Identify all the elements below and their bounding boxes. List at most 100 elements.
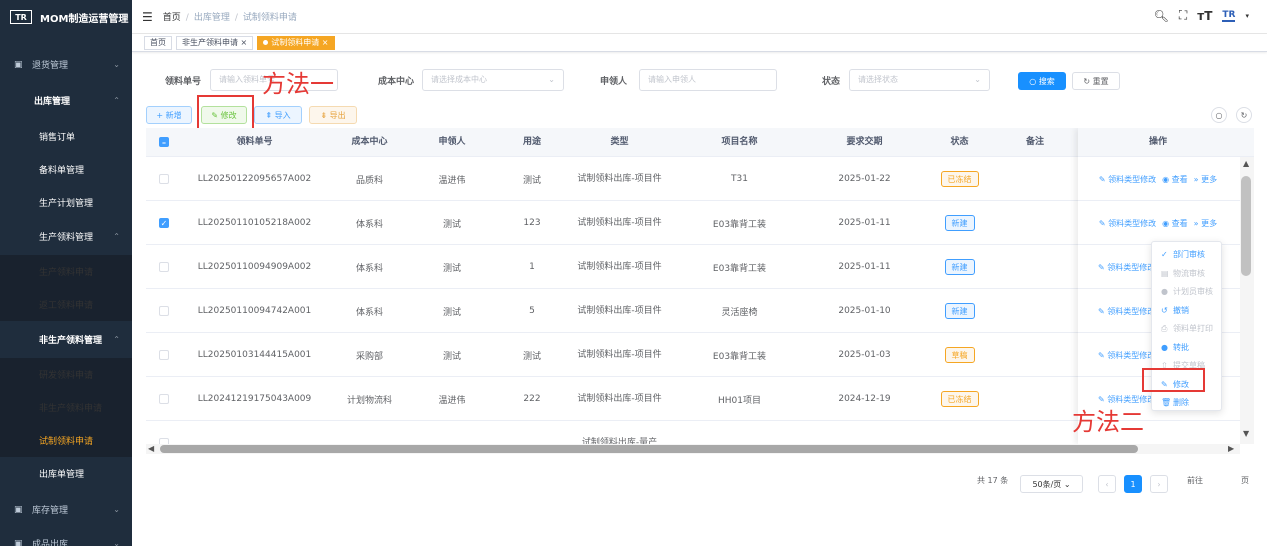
cell-no: LL20250103144415A001 [197,350,312,360]
cell-purpose: 123 [523,218,541,228]
scroll-left-icon[interactable]: ◀ [148,444,154,453]
sidebar-item[interactable]: ▣ 库存管理 ⌄ [0,493,132,526]
cell-status: 新建 [917,201,1002,245]
view-link[interactable]: ◉ 查看 [1162,174,1188,185]
view-link[interactable]: ◉ 查看 [1162,218,1188,229]
edit-type-label: 领料类型修改 [1108,218,1157,228]
order-no-label: 领料单号 [165,77,202,87]
dropdown-item[interactable]: ⎙ 领料单打印 [1152,319,1223,338]
sidebar-item[interactable]: 非生产领料申请 [0,391,132,424]
sidebar-item[interactable]: 非生产领料管理 ⌃ [0,323,132,356]
sidebar-item[interactable]: 生产计划管理 [0,186,132,219]
sidebar-item-label: 非生产领料管理 [39,336,103,346]
cell-type: 试制领料出库-量产 [581,438,658,444]
scroll-up-icon[interactable]: ▲ [1243,159,1249,168]
edit-type-link[interactable]: ✎ 领料类型修改 [1099,218,1156,229]
search-toggle-icon[interactable]: ○ [1211,107,1227,123]
status-select[interactable]: 请选择状态 ⌄ [849,69,990,91]
table-row[interactable]: LL20250110094742A001 体系科 测试 5 试制领料出库-项目件 灵活座椅… [146,289,1254,333]
cell-type: 试制领料出库-项目件 [577,174,662,184]
cell-purpose [492,421,572,444]
chevron-down-icon: ⌄ [548,75,555,84]
search-button[interactable]: ○ 搜索 [1018,72,1066,90]
vertical-scrollbar-thumb[interactable] [1241,176,1251,276]
sidebar-item-label: 研发领料申请 [39,371,94,381]
status-placeholder: 请选择状态 [858,75,898,84]
tag-home[interactable]: 首页 [144,35,172,50]
tag-nonproduction[interactable]: 非生产领料申请 × [176,35,254,50]
col-header: 操作 [1148,137,1167,147]
return-icon: ▣ [14,59,23,70]
edit-type-link[interactable]: ✎ 领料类型修改 [1098,262,1155,273]
hamburger-menu-icon[interactable]: ☰ [142,10,153,24]
table-row[interactable]: LL20250103144415A001 采购部 测试 测试 试制领料出库-项目件 E03… [146,333,1254,377]
prev-page-button[interactable]: ‹ [1098,475,1116,493]
sidebar-item[interactable]: 研发领料申请 [0,358,132,391]
table-row[interactable]: LL20250122095657A002 品质科 温进伟 测试 试制领料出库-项目件 T3… [146,157,1254,201]
reset-button[interactable]: ↻ 重置 [1072,72,1120,90]
export-icon: ⇟ [320,110,330,120]
search-icon[interactable]: 🔍︎ [1154,9,1169,23]
export-button[interactable]: ⇟ 导出 [309,106,357,124]
edit-type-link[interactable]: ✎ 领料类型修改 [1098,350,1155,361]
sidebar-item[interactable]: 试制领料申请 [0,424,132,457]
current-page-button[interactable]: 1 [1124,475,1142,493]
row-checkbox[interactable]: ✓ [159,218,169,228]
more-link[interactable]: » 更多 [1194,174,1217,185]
row-checkbox[interactable] [159,350,169,360]
cost-center-select[interactable]: 请选择成本中心 ⌄ [422,69,564,91]
dropdown-item[interactable]: ● 转批 [1152,338,1223,357]
table-row[interactable]: ✓ LL20250110105218A002 体系科 测试 123 试制领料出库-项目件 E… [146,201,1254,245]
edit-type-link[interactable]: ✎ 领料类型修改 [1098,306,1155,317]
add-button[interactable]: + 新增 [146,106,192,124]
dropdown-item[interactable]: ↺ 撤销 [1152,301,1223,320]
horizontal-scrollbar-thumb[interactable] [160,445,1138,453]
applicant-input[interactable]: 请输入申领人 [639,69,777,91]
select-all-checkbox[interactable]: – [159,137,169,147]
col-header: 申领人 [438,137,466,147]
chevron-down-icon[interactable]: ▾ [1245,12,1249,20]
sidebar-item[interactable]: 备料单管理 [0,153,132,186]
page-size-select[interactable]: 50条/页 ⌄ [1020,475,1083,493]
close-icon[interactable]: × [322,38,329,47]
cost-center-label: 成本中心 [378,77,415,87]
sidebar-item[interactable]: 返工领料申请 [0,288,132,321]
breadcrumb-home[interactable]: 首页 [163,13,181,23]
edit-type-link[interactable]: ✎ 领料类型修改 [1099,174,1156,185]
close-icon[interactable]: × [241,38,248,47]
sidebar-item[interactable]: 出库单管理 [0,457,132,490]
row-checkbox[interactable] [159,174,169,184]
sidebar-item[interactable]: 生产领料管理 ⌃ [0,220,132,253]
sidebar-item[interactable]: 生产领料申请 [0,255,132,288]
next-page-button[interactable]: › [1150,475,1168,493]
table-row[interactable]: LL20250110094909A002 体系科 测试 1 试制领料出库-项目件 E03靠… [146,245,1254,289]
fullscreen-icon[interactable]: ⛶ [1179,8,1187,23]
cell-project [667,421,812,444]
scroll-down-icon[interactable]: ▼ [1243,429,1249,438]
sidebar-item[interactable]: 出库管理 ⌃ [0,84,132,117]
status-badge: 新建 [944,259,975,275]
sidebar-item[interactable]: ▣ 成品出库 ⌄ [0,527,132,546]
tag-trial[interactable]: 试制领料申请 × [257,35,335,50]
dropdown-item[interactable]: ✓ 部门审核 [1152,245,1223,264]
dropdown-item[interactable]: ▤ 物流审核 [1152,264,1223,283]
refresh-icon[interactable]: ↻ [1236,107,1252,123]
app-title: MOM制造运营管理 [40,13,129,25]
dropdown-item[interactable]: 🗑︎ 删除 [1152,393,1223,412]
col-header: 备注 [1025,137,1044,147]
dropdown-item[interactable]: ● 计划员审核 [1152,282,1223,301]
row-checkbox[interactable] [159,306,169,316]
font-size-icon[interactable]: тT [1197,9,1212,23]
status-badge: 新建 [944,303,975,319]
scroll-right-icon[interactable]: ▶ [1228,444,1234,453]
sidebar-item[interactable]: 销售订单 [0,120,132,153]
row-checkbox[interactable] [159,394,169,404]
table-header: – 领料单号 成本中心 申领人 用途 类型 项目名称 要求交期 状态 备注 操作 [146,128,1254,157]
cell-purpose: 5 [529,306,535,316]
cell-applicant: 测试 [442,219,461,230]
import-button[interactable]: ⇞ 导入 [254,106,302,124]
more-link[interactable]: » 更多 [1194,218,1217,229]
row-checkbox[interactable] [159,262,169,272]
sidebar-item[interactable]: ▣ 退货管理 ⌄ [0,48,132,81]
brand-logo-icon[interactable]: TR [1222,10,1236,22]
